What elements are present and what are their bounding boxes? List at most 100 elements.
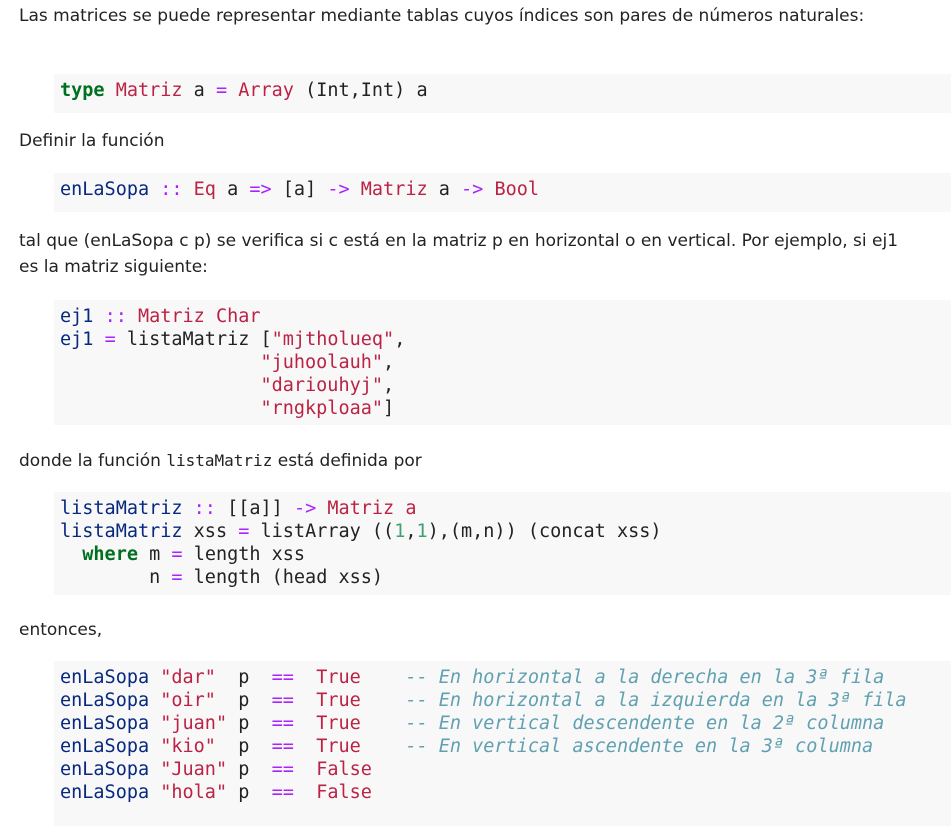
code-token: :: xyxy=(104,306,127,327)
example-equals: == xyxy=(271,759,294,780)
define-paragraph: Definir la función xyxy=(19,131,165,151)
example-equals: == xyxy=(271,690,294,711)
code-token: Matriz xyxy=(360,179,428,200)
code-token: Eq xyxy=(193,179,216,200)
example-result: True xyxy=(316,690,372,711)
example-equals: == xyxy=(271,667,294,688)
code-token: = xyxy=(171,544,183,565)
where-prefix: donde la función xyxy=(19,451,161,471)
code-token: ),(m,n)) xyxy=(427,521,517,542)
example-argument: "hola" xyxy=(160,782,228,803)
code-token: a xyxy=(416,80,428,101)
example-argument: "juan" xyxy=(160,713,228,734)
code-token: Matriz Char xyxy=(137,306,261,327)
intro-paragraph: Las matrices se puede representar median… xyxy=(19,6,865,26)
code-token: Bool xyxy=(494,179,540,200)
example-function: enLaSopa xyxy=(60,759,150,780)
code-token: (( xyxy=(371,521,395,542)
example-equals: == xyxy=(271,736,294,757)
example-comment: -- En horizontal a la izquierda en la 3ª… xyxy=(405,690,907,711)
code-token: Array xyxy=(238,80,294,101)
code-token: type xyxy=(60,80,105,101)
example-function: enLaSopa xyxy=(60,690,150,711)
code-token: [ xyxy=(260,329,272,350)
code-token: a xyxy=(227,179,239,200)
code-token: listaMatriz xyxy=(60,498,183,519)
code-block-signature: enLaSopa :: Eq a => [a] -> Matriz a -> B… xyxy=(54,173,951,212)
code-number: 1 xyxy=(416,521,428,542)
example-function: enLaSopa xyxy=(60,736,150,757)
code-token: Matriz xyxy=(115,80,183,101)
code-block-ej1: ej1 :: Matriz Char ej1 = listaMatriz ["m… xyxy=(54,300,951,425)
example-result: True xyxy=(316,713,372,734)
example-argument: "kio" xyxy=(160,736,228,757)
code-token: ] xyxy=(383,398,395,419)
code-block-examples: enLaSopa "dar" p == True -- En horizonta… xyxy=(54,661,951,826)
code-token: = xyxy=(215,80,228,101)
code-token: ej1 xyxy=(60,329,94,350)
matrix-row-string: "dariouhyj" xyxy=(260,375,384,396)
example-function: enLaSopa xyxy=(60,782,150,803)
example-function: enLaSopa xyxy=(60,713,150,734)
example-line: enLaSopa "kio" p == True -- En vertical … xyxy=(60,736,873,757)
code-token: -> xyxy=(461,179,484,200)
description-paragraph: tal que (enLaSopa c p) se verifica si c … xyxy=(19,231,899,277)
code-token: :: xyxy=(160,179,183,200)
example-line: enLaSopa "Juan" p == False xyxy=(60,759,372,780)
code-token: m xyxy=(149,544,161,565)
code-token: xss xyxy=(193,521,228,542)
example-matrix: p xyxy=(238,667,250,688)
code-token: = xyxy=(104,329,116,350)
matrix-row-string: "juhoolauh" xyxy=(260,352,384,373)
code-token: where xyxy=(82,544,138,565)
code-token: (concat xss) xyxy=(527,521,662,542)
matrix-row-string: "rngkploaa" xyxy=(260,398,384,419)
code-block-type: type Matriz a = Array (Int,Int) a xyxy=(54,74,951,113)
code-token: -> xyxy=(293,498,317,519)
code-token: listaMatriz xyxy=(60,521,183,542)
where-paragraph: donde la función listaMatriz está defini… xyxy=(19,448,899,474)
example-argument: "Juan" xyxy=(160,759,228,780)
code-token: length (head xss) xyxy=(193,567,384,588)
example-equals: == xyxy=(271,713,294,734)
example-result: False xyxy=(316,782,372,803)
code-block-listaMatriz: listaMatriz :: [[a]] -> Matriz a listaMa… xyxy=(54,492,951,595)
code-token: = xyxy=(171,567,183,588)
code-token: Matriz a xyxy=(327,498,417,519)
example-matrix: p xyxy=(238,713,250,734)
code-token: [[a]] xyxy=(227,498,283,519)
example-line: enLaSopa "dar" p == True -- En horizonta… xyxy=(60,667,884,688)
example-argument: "oir" xyxy=(160,690,228,711)
code-token: , xyxy=(405,521,417,542)
code-token: enLaSopa xyxy=(60,179,150,200)
where-suffix: está definida por xyxy=(277,451,422,471)
example-result: True xyxy=(316,736,372,757)
example-line: enLaSopa "hola" p == False xyxy=(60,782,372,803)
example-matrix: p xyxy=(238,690,250,711)
code-token: :: xyxy=(193,498,216,519)
example-equals: == xyxy=(271,782,294,803)
code-token: listaMatriz xyxy=(126,329,250,350)
example-comment: -- En vertical descendente en la 2ª colu… xyxy=(405,713,885,734)
example-line: enLaSopa "oir" p == True -- En horizonta… xyxy=(60,690,907,711)
code-token: a xyxy=(193,80,205,101)
code-token: ej1 xyxy=(60,306,94,327)
example-result: False xyxy=(316,759,372,780)
code-token: => xyxy=(249,179,272,200)
example-line: enLaSopa "juan" p == True -- En vertical… xyxy=(60,713,884,734)
example-matrix: p xyxy=(238,759,250,780)
code-token: [a] xyxy=(282,179,317,200)
matrix-row-string: "mjtholueq" xyxy=(271,329,395,350)
example-matrix: p xyxy=(238,782,250,803)
code-token: -> xyxy=(327,179,350,200)
code-token: a xyxy=(438,179,450,200)
code-token: length xss xyxy=(193,544,306,565)
inline-code-listaMatriz: listaMatriz xyxy=(166,451,273,470)
example-function: enLaSopa xyxy=(60,667,150,688)
example-matrix: p xyxy=(238,736,250,757)
example-comment: -- En vertical ascendente en la 3ª colum… xyxy=(405,736,874,757)
example-comment: -- En horizontal a la derecha en la 3ª f… xyxy=(405,667,885,688)
example-argument: "dar" xyxy=(160,667,228,688)
code-token: n xyxy=(149,567,161,588)
code-token: (Int,Int) xyxy=(305,80,406,101)
